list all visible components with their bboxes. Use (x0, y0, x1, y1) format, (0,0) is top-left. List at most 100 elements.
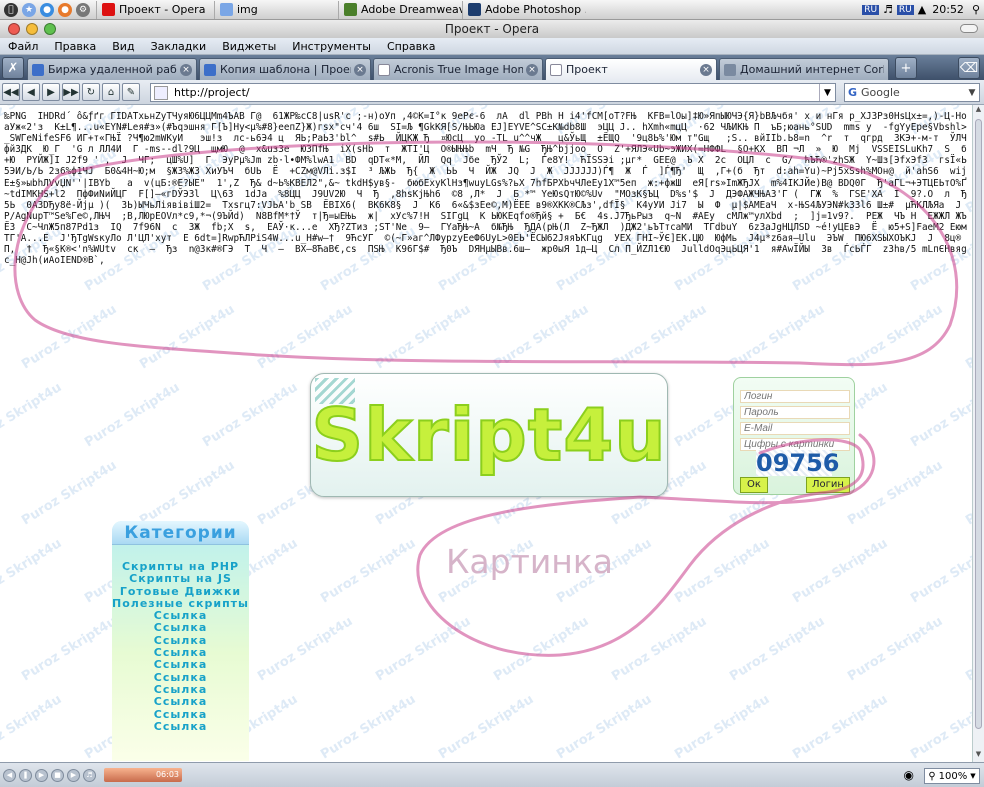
media-progress[interactable]: 06:03 (104, 768, 182, 782)
categories-panel: Категории Скрипты на PHP Скрипты на JS Г… (112, 521, 249, 761)
fast-forward-button[interactable]: ▶▶ (62, 83, 80, 101)
media-pause-icon[interactable]: ❚ (19, 768, 32, 782)
rewind-icon: ◀◀ (3, 86, 19, 98)
close-window-button[interactable] (8, 23, 20, 35)
chevron-down-icon[interactable]: ▼ (819, 84, 835, 101)
scrollbar-thumb[interactable] (975, 119, 982, 729)
firefox-icon[interactable]: ● (58, 2, 72, 17)
login-button[interactable]: Логин (806, 477, 850, 493)
media-rewind-icon[interactable]: ◀ (3, 768, 16, 782)
rewind-button[interactable]: ◀◀ (2, 83, 20, 101)
fast-forward-icon: ▶▶ (63, 86, 79, 98)
media-volume-icon[interactable]: ♬ (83, 768, 96, 782)
email-input[interactable] (740, 422, 850, 435)
password-input[interactable] (740, 406, 850, 419)
category-link[interactable]: Скрипты на JS (112, 572, 249, 585)
trash-button[interactable]: ⌫ (958, 57, 980, 79)
category-link[interactable]: Ссылка (112, 708, 249, 721)
task-photoshop[interactable]: Adobe Photoshop ... (462, 0, 586, 19)
minimize-window-button[interactable] (26, 23, 38, 35)
watermark-text: Puroz Skript4u (672, 536, 772, 606)
network-icon[interactable]: ▲ (918, 3, 926, 16)
forward-button[interactable]: ▶ (42, 83, 60, 101)
close-tab-icon[interactable]: × (180, 63, 192, 76)
new-tab-button[interactable]: + (895, 57, 917, 79)
menu-bookmarks[interactable]: Закладки (143, 40, 215, 53)
category-link[interactable]: Ссылка (112, 720, 249, 733)
tab-favicon (378, 63, 390, 76)
tab-bar: ✗ Биржа удаленной работы (...× Копия шаб… (0, 55, 984, 80)
gear-icon[interactable]: ⚙ (76, 2, 90, 17)
home-button[interactable]: ⌂ (102, 83, 120, 101)
watermark-text: Puroz Skript4u (318, 536, 418, 606)
menu-view[interactable]: Вид (104, 40, 142, 53)
tools-menu-button[interactable]: ✗ (2, 57, 24, 79)
finder-icon[interactable]: ★ (22, 2, 36, 17)
toolbar-toggle-button[interactable] (960, 24, 978, 33)
trash-icon: ⌫ (959, 60, 979, 76)
apple-icon[interactable]:  (4, 2, 18, 17)
folder-icon (220, 3, 233, 16)
menu-tools[interactable]: Инструменты (284, 40, 379, 53)
category-link[interactable]: Ссылка (112, 695, 249, 708)
tab-corbina[interactable]: Домашний интернет Corbin... (719, 58, 889, 80)
menu-edit[interactable]: Правка (46, 40, 104, 53)
site-logo[interactable]: Skript4u (310, 373, 668, 497)
close-tab-icon[interactable]: × (354, 63, 366, 76)
tab-acronis[interactable]: Acronis True Image Home 2...× (373, 58, 543, 80)
login-panel: 09756 Ок Логин (733, 377, 855, 495)
magnifier-icon: ⚲ (928, 770, 936, 782)
watermark-text: Puroz Skript4u (790, 536, 890, 606)
scroll-up-icon[interactable]: ▲ (973, 105, 984, 117)
login-input[interactable] (740, 390, 850, 403)
dreamweaver-icon (344, 3, 357, 16)
navigation-bar: ◀◀ ◀ ▶ ▶▶ ↻ ⌂ ✎ http://project/ ▼ G Goog… (0, 80, 984, 105)
category-link[interactable]: Ссылка (112, 622, 249, 635)
reload-button[interactable]: ↻ (82, 83, 100, 101)
tab-proekt[interactable]: Проект × (545, 58, 717, 80)
tab-birzha[interactable]: Биржа удаленной работы (...× (27, 58, 197, 80)
clock: 20:52 (932, 3, 964, 16)
vertical-scrollbar[interactable]: ▲ ▼ (972, 105, 984, 762)
zoom-level: 100% (938, 770, 968, 782)
menu-widgets[interactable]: Виджеты (214, 40, 284, 53)
safari-icon[interactable]: ● (40, 2, 54, 17)
home-icon: ⌂ (107, 86, 115, 98)
zoom-control[interactable]: ⚲ 100% ▼ (924, 768, 980, 784)
ok-button[interactable]: Ок (740, 477, 768, 493)
menu-file[interactable]: Файл (0, 40, 46, 53)
language-indicator[interactable]: RU (862, 4, 880, 15)
tab-kopiya-shablona[interactable]: Копия шаблона | Проекты |...× (199, 58, 371, 80)
watermark-text: Puroz Skript4u (19, 458, 119, 528)
search-field[interactable]: G Google ▼ (844, 83, 980, 102)
watermark-text: Puroz Skript4u (0, 380, 64, 450)
edit-site-button[interactable]: ✎ (122, 83, 140, 101)
close-tab-icon[interactable]: × (700, 63, 712, 76)
zoom-window-button[interactable] (44, 23, 56, 35)
task-img[interactable]: img (214, 0, 338, 19)
watermark-text: Puroz Skript4u (255, 614, 355, 684)
photoshop-icon (468, 3, 481, 16)
address-field[interactable]: http://project/ ▼ (150, 83, 836, 102)
chevron-down-icon[interactable]: ▼ (965, 88, 979, 98)
category-link[interactable]: Ссылка (112, 659, 249, 672)
view-icon[interactable]: ◉ (904, 768, 914, 782)
task-opera[interactable]: Проект - Opera (96, 0, 214, 19)
task-dreamweaver[interactable]: Adobe Dreamweav... (338, 0, 462, 19)
volume-icon[interactable]: ♬ (883, 3, 893, 16)
page-icon (154, 85, 168, 100)
scroll-down-icon[interactable]: ▼ (973, 750, 984, 762)
watermark-text: Puroz Skript4u (908, 692, 972, 762)
media-stop-icon[interactable]: ■ (51, 768, 64, 782)
menu-help[interactable]: Справка (379, 40, 443, 53)
close-tab-icon[interactable]: × (526, 63, 538, 76)
media-forward-icon[interactable]: ▶ (67, 768, 80, 782)
watermark-text: Puroz Skript4u (0, 692, 64, 762)
spotlight-icon[interactable]: ⚲ (972, 3, 980, 16)
menu-bar: Файл Правка Вид Закладки Виджеты Инструм… (0, 38, 984, 55)
keyboard-layout-indicator[interactable]: RU (896, 4, 914, 15)
media-play-icon[interactable]: ▶ (35, 768, 48, 782)
back-button[interactable]: ◀ (22, 83, 40, 101)
os-taskbar:  ★ ● ● ⚙ Проект - Opera img Adobe Dream… (0, 0, 984, 20)
categories-list: Скрипты на PHP Скрипты на JS Готовые Дви… (112, 560, 249, 733)
